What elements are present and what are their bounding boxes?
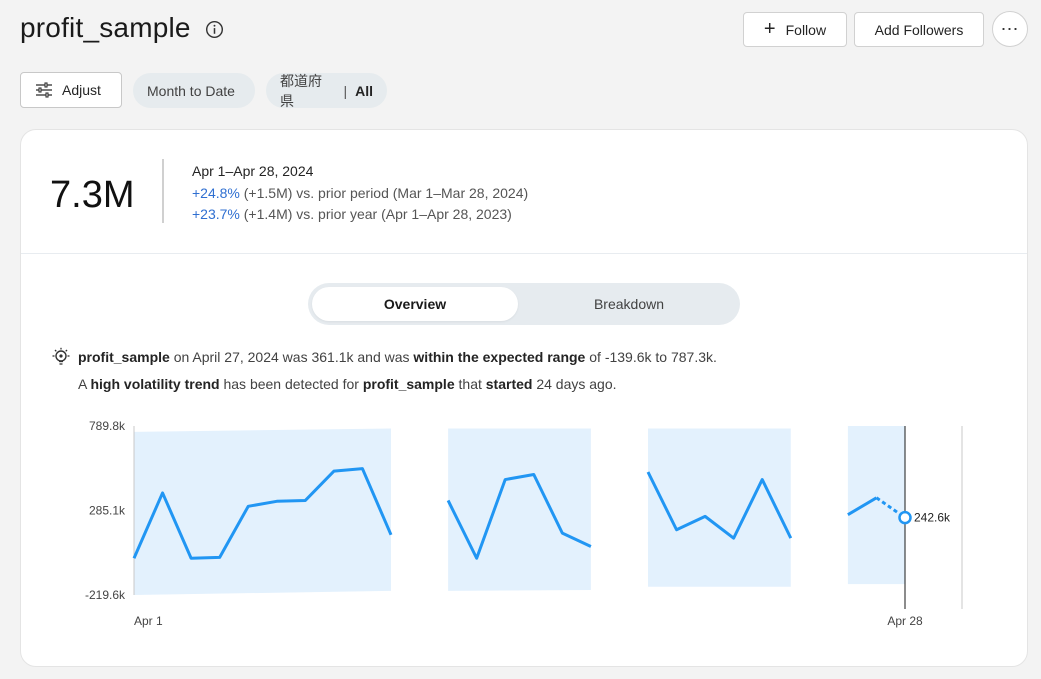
more-options-button[interactable]: ⋯ bbox=[992, 11, 1028, 47]
y-tick-label: 789.8k bbox=[89, 419, 126, 433]
insight-emphasis: started bbox=[485, 376, 533, 392]
follow-label: Follow bbox=[785, 21, 827, 38]
kpi-value: 7.3M bbox=[50, 174, 135, 216]
expected-range-band bbox=[648, 428, 791, 587]
sliders-icon bbox=[36, 82, 52, 98]
expected-range-band bbox=[847, 426, 905, 585]
expected-range-band bbox=[134, 428, 391, 595]
add-followers-button[interactable]: Add Followers bbox=[854, 12, 984, 47]
kpi-divider bbox=[162, 159, 164, 223]
current-value-label: 242.6k bbox=[914, 511, 951, 525]
adjust-button[interactable]: Adjust bbox=[20, 72, 122, 108]
insight-text: has been detected for bbox=[219, 376, 363, 392]
prefecture-filter-value: All bbox=[355, 82, 373, 99]
insight-text: that bbox=[454, 376, 486, 392]
kpi-period: Apr 1–Apr 28, 2024 bbox=[192, 163, 314, 179]
current-value-point bbox=[898, 510, 912, 525]
insight-emphasis: high volatility trend bbox=[90, 376, 220, 392]
date-filter-chip[interactable]: Month to Date bbox=[133, 73, 255, 108]
tab-breakdown[interactable]: Breakdown bbox=[522, 287, 736, 321]
insight-line-2: A high volatility trend has been detecte… bbox=[78, 376, 617, 392]
insight-emphasis: within the expected range bbox=[413, 349, 586, 365]
insight-text: on April 27, 2024 was 361.1k and was bbox=[169, 349, 414, 365]
insight-text: of -139.6k to 787.3k. bbox=[585, 349, 717, 365]
expected-range-band bbox=[448, 428, 591, 591]
prefecture-filter-name: 都道府県 bbox=[280, 72, 322, 109]
insight-text: 24 days ago. bbox=[532, 376, 617, 392]
adjust-label: Adjust bbox=[62, 82, 101, 98]
kpi-prior-year: +23.7% (+1.4M) vs. prior year (Apr 1–Apr… bbox=[192, 206, 512, 222]
info-icon[interactable] bbox=[205, 20, 224, 39]
more-icon: ⋯ bbox=[1000, 18, 1020, 39]
plus-icon: + bbox=[763, 17, 776, 40]
insight-text: A bbox=[78, 376, 91, 392]
tab-overview[interactable]: Overview bbox=[312, 287, 518, 321]
kpi-summary: 7.3M Apr 1–Apr 28, 2024 +24.8% (+1.5M) v… bbox=[21, 130, 1027, 254]
trend-chart: 789.8k 285.1k -219.6k 242.6k Apr 1 Apr 28 bbox=[85, 419, 963, 628]
prefecture-filter-chip[interactable]: 都道府県 | All bbox=[266, 72, 387, 109]
chip-separator: | bbox=[343, 82, 348, 99]
follow-button[interactable]: + Follow bbox=[743, 12, 847, 47]
x-tick-label: Apr 1 bbox=[134, 614, 163, 628]
lightbulb-icon bbox=[52, 347, 70, 365]
y-tick-label: -219.6k bbox=[85, 588, 126, 602]
prior-year-text: (+1.4M) vs. prior year (Apr 1–Apr 28, 20… bbox=[239, 206, 512, 222]
metric-name: profit_sample bbox=[78, 349, 170, 365]
view-toggle: Overview Breakdown bbox=[308, 283, 740, 325]
page-title: profit_sample bbox=[20, 12, 191, 43]
y-tick-label: 285.1k bbox=[89, 504, 126, 518]
prior-period-pct: +24.8% bbox=[192, 185, 240, 201]
metric-name: profit_sample bbox=[362, 376, 455, 392]
prior-period-text: (+1.5M) vs. prior period (Mar 1–Mar 28, … bbox=[239, 185, 529, 201]
insight-line-1: profit_sample on April 27, 2024 was 361.… bbox=[78, 349, 717, 365]
prior-year-pct: +23.7% bbox=[192, 206, 240, 222]
kpi-prior-period: +24.8% (+1.5M) vs. prior period (Mar 1–M… bbox=[192, 185, 528, 201]
x-tick-label: Apr 28 bbox=[887, 614, 923, 628]
metric-card: 7.3M Apr 1–Apr 28, 2024 +24.8% (+1.5M) v… bbox=[20, 129, 1028, 667]
